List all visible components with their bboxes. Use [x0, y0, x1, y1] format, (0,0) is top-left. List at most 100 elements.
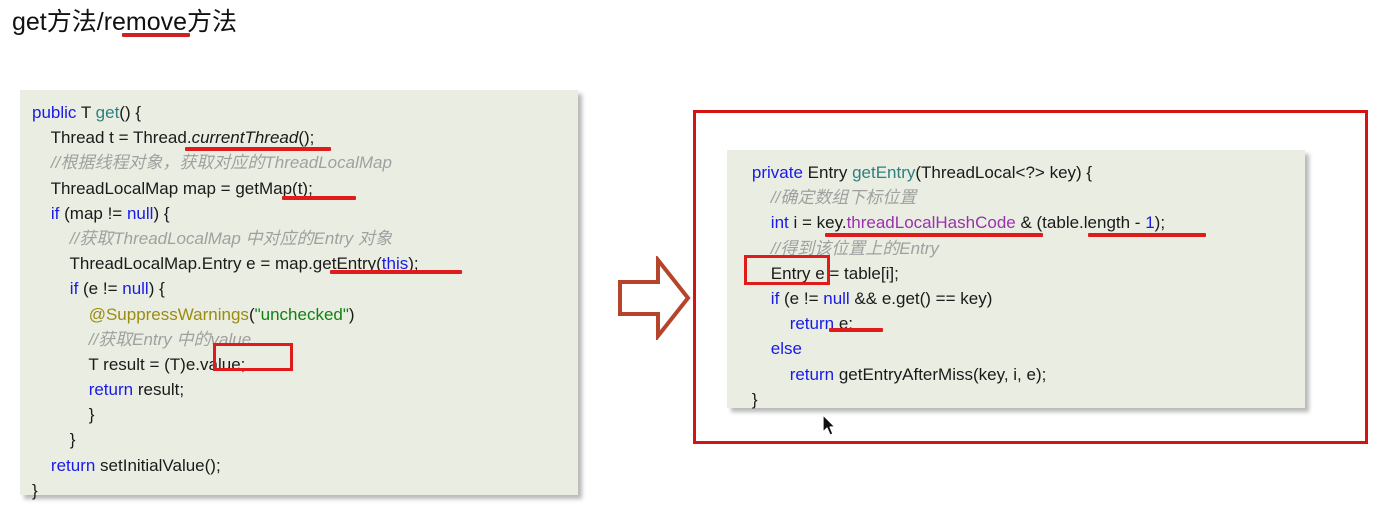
code-line: int i = key.threadLocalHashCode & (table…	[733, 210, 1305, 235]
code-token: setInitialValue();	[95, 455, 221, 475]
code-token: return	[789, 314, 835, 334]
code-token: () {	[119, 103, 142, 122]
code-token: //确定数组下标位置	[770, 188, 917, 208]
code-token: )	[348, 304, 355, 324]
code-token: && e.get() == key)	[849, 288, 993, 308]
code-token: threadLocalHashCode	[846, 213, 1016, 233]
code-line: }	[32, 402, 578, 427]
code-token: getEntryAfterMiss(key, i, e);	[834, 364, 1047, 384]
code-line: }	[733, 387, 1305, 412]
code-token: getEntry	[852, 163, 916, 182]
underline-return-e	[829, 328, 883, 332]
underline-get-map	[282, 196, 356, 200]
code-token: i = key.	[788, 213, 847, 233]
code-token: }	[69, 430, 76, 450]
code-line: }	[32, 427, 578, 452]
code-token: Entry	[807, 163, 853, 182]
code-token: public	[32, 103, 81, 122]
code-line: return result;	[32, 377, 578, 402]
code-token: );	[1154, 213, 1166, 233]
code-token: T	[80, 103, 96, 122]
code-line: if (map != null) {	[32, 201, 578, 226]
code-token: ) {	[153, 203, 170, 223]
flow-arrow-right-icon	[616, 254, 692, 342]
underline-table-length	[1088, 233, 1206, 237]
code-line: private Entry getEntry(ThreadLocal<?> ke…	[733, 160, 1305, 185]
code-token: int	[770, 213, 789, 233]
code-token: (ThreadLocal<?> key) {	[915, 163, 1093, 182]
code-token: ThreadLocalMap map = getMap(t);	[50, 178, 313, 198]
code-token: null	[126, 203, 154, 223]
box-e-value	[213, 343, 293, 371]
code-token: 1	[1145, 213, 1155, 233]
code-line: @SuppressWarnings("unchecked")	[32, 302, 578, 327]
underline-map-get-entry	[330, 270, 462, 274]
code-token: else	[770, 339, 802, 359]
code-token: null	[122, 279, 149, 299]
code-token: get	[95, 103, 120, 122]
code-token: //获取ThreadLocalMap 中对应的Entry 对象	[69, 228, 392, 248]
mouse-cursor-icon	[822, 414, 838, 438]
code-line: //获取ThreadLocalMap 中对应的Entry 对象	[32, 226, 578, 251]
code-line: //根据线程对象，获取对应的ThreadLocalMap	[32, 150, 578, 175]
code-line: T result = (T)e.value;	[32, 352, 578, 377]
underline-thread-local-hash-code	[825, 233, 1043, 237]
code-token: null	[823, 288, 850, 308]
code-token: (e !=	[78, 279, 123, 299]
code-token: }	[32, 480, 38, 500]
code-token: @SuppressWarnings	[88, 304, 249, 324]
code-token: private	[751, 163, 808, 182]
code-line: public T get() {	[32, 100, 578, 125]
code-token: }	[88, 405, 95, 425]
code-line: return e;	[733, 311, 1305, 336]
code-token: Thread t = Thread.	[50, 128, 192, 148]
title-red-underline	[122, 33, 190, 37]
box-entry-e	[744, 255, 830, 285]
code-token: result;	[133, 380, 185, 400]
code-token: (e !=	[779, 288, 824, 308]
code-line: else	[733, 336, 1305, 361]
code-line: ThreadLocalMap.Entry e = map.getEntry(th…	[32, 251, 578, 276]
code-token: return	[789, 364, 835, 384]
code-token: (map !=	[59, 203, 127, 223]
code-line: if (e != null) {	[32, 276, 578, 301]
code-line: return setInitialValue();	[32, 453, 578, 478]
code-token: ) {	[148, 279, 165, 299]
code-line: //获取Entry 中的value	[32, 327, 578, 352]
underline-current-thread	[185, 147, 331, 151]
code-token: ();	[298, 128, 315, 148]
code-token: }	[751, 389, 758, 409]
code-token: //根据线程对象，获取对应的ThreadLocalMap	[50, 153, 392, 173]
code-line: }	[32, 478, 578, 503]
code-line: if (e != null && e.get() == key)	[733, 286, 1305, 311]
code-token: & (table.length -	[1015, 213, 1146, 233]
code-token: "unchecked"	[254, 304, 349, 324]
code-line: return getEntryAfterMiss(key, i, e);	[733, 362, 1305, 387]
code-line: //确定数组下标位置	[733, 185, 1305, 210]
code-token: currentThread	[191, 128, 299, 148]
code-token: return	[50, 455, 96, 475]
code-token: return	[88, 380, 134, 400]
